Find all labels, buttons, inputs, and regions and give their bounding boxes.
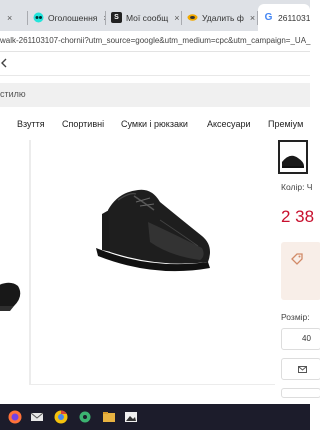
- chevron-left-icon[interactable]: [0, 58, 8, 70]
- tab-label: Оголошення: [48, 12, 98, 23]
- category-nav: Взуття Спортивні Сумки і рюкзаки Аксесуа…: [0, 107, 310, 139]
- photos-icon[interactable]: [124, 410, 138, 424]
- nav-item-accessories[interactable]: Аксесуари: [207, 119, 250, 129]
- promo-text: стилю: [0, 89, 26, 99]
- tab-partial[interactable]: ×: [0, 4, 28, 31]
- tab-close-icon[interactable]: ×: [174, 13, 179, 23]
- tab-delete[interactable]: Удалить ф ×: [182, 4, 258, 31]
- taskbar: [0, 404, 310, 430]
- tab-messages[interactable]: S Мої сообщ ×: [106, 4, 182, 31]
- size-label: Розмір:: [281, 312, 310, 322]
- mail-icon[interactable]: [30, 410, 44, 424]
- browser-tab-bar: × Оголошення × S Мої сообщ × Удалить ф ×…: [0, 0, 310, 31]
- nav-item-premium[interactable]: Преміум: [268, 119, 303, 129]
- tab-close-icon[interactable]: ×: [250, 13, 255, 23]
- address-bar[interactable]: walk-261103107-chornii?utm_source=google…: [0, 31, 310, 52]
- nav-item-shoes[interactable]: Взуття: [17, 119, 45, 129]
- nav-item-sport[interactable]: Спортивні: [62, 119, 104, 129]
- promo-banner[interactable]: стилю: [0, 83, 310, 107]
- mail-icon: [298, 366, 307, 373]
- url-text[interactable]: walk-261103107-chornii?utm_source=google…: [0, 36, 310, 45]
- chat-icon: [33, 12, 44, 23]
- bird-icon: [187, 12, 198, 23]
- price: 2 38: [281, 207, 315, 226]
- product-gallery: [0, 140, 275, 385]
- shoe-image[interactable]: [90, 170, 220, 280]
- size-option-empty[interactable]: [281, 358, 320, 380]
- firefox-icon[interactable]: [8, 410, 22, 424]
- settings-icon[interactable]: [78, 410, 92, 424]
- size-option-cut[interactable]: [281, 388, 320, 398]
- tab-olx[interactable]: Оголошення ×: [28, 4, 106, 31]
- folder-icon[interactable]: [102, 410, 116, 424]
- nav-item-bags[interactable]: Сумки і рюкзаки: [121, 119, 188, 129]
- tab-label: 261103107: [278, 12, 310, 23]
- tag-icon: [291, 253, 303, 265]
- tab-close-icon[interactable]: ×: [7, 13, 12, 23]
- gallery-prev-image[interactable]: [0, 140, 30, 385]
- size-option[interactable]: 40: [281, 328, 320, 350]
- bookmarks-bar: [0, 52, 310, 76]
- chrome-icon[interactable]: [54, 410, 68, 424]
- tab-label: Мої сообщ: [126, 12, 169, 23]
- s-icon: S: [111, 12, 122, 23]
- product-info-panel: Колір: Ч 2 38 Розмір: 40: [275, 140, 320, 398]
- color-label: Колір: Ч: [281, 182, 313, 192]
- g-icon: G: [264, 12, 273, 23]
- tab-label: Удалить ф: [202, 12, 244, 23]
- promo-box[interactable]: [281, 242, 320, 300]
- color-thumbnail[interactable]: [278, 140, 308, 174]
- tab-google[interactable]: G 261103107: [258, 4, 310, 31]
